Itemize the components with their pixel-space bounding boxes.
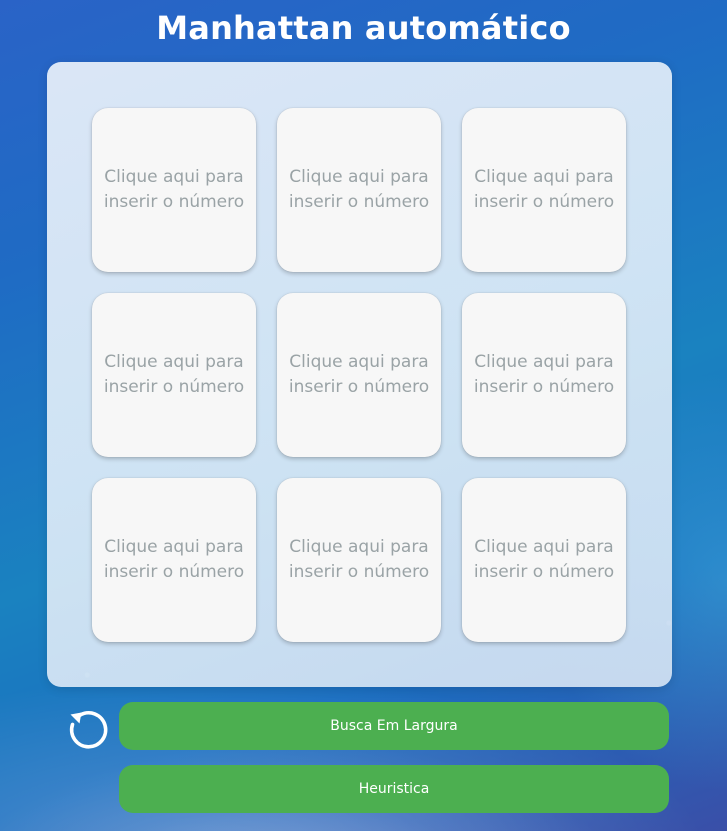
reset-button[interactable] bbox=[66, 706, 110, 750]
cell-placeholder: Clique aqui para inserir o número bbox=[288, 167, 430, 212]
puzzle-cell-6[interactable]: Clique aqui para inserir o número bbox=[462, 293, 626, 457]
puzzle-cell-4[interactable]: Clique aqui para inserir o número bbox=[92, 293, 256, 457]
puzzle-cell-3[interactable]: Clique aqui para inserir o número bbox=[462, 108, 626, 272]
cell-placeholder: Clique aqui para inserir o número bbox=[473, 352, 615, 397]
puzzle-cell-2[interactable]: Clique aqui para inserir o número bbox=[277, 108, 441, 272]
puzzle-cell-9[interactable]: Clique aqui para inserir o número bbox=[462, 478, 626, 642]
cell-placeholder: Clique aqui para inserir o número bbox=[473, 537, 615, 582]
bfs-search-button[interactable]: Busca Em Largura bbox=[119, 702, 669, 750]
puzzle-cell-1[interactable]: Clique aqui para inserir o número bbox=[92, 108, 256, 272]
heuristic-button[interactable]: Heuristica bbox=[119, 765, 669, 813]
cell-placeholder: Clique aqui para inserir o número bbox=[103, 352, 245, 397]
cell-placeholder: Clique aqui para inserir o número bbox=[103, 537, 245, 582]
cell-placeholder: Clique aqui para inserir o número bbox=[473, 167, 615, 212]
puzzle-cell-5[interactable]: Clique aqui para inserir o número bbox=[277, 293, 441, 457]
puzzle-board: Clique aqui para inserir o número Clique… bbox=[47, 62, 672, 687]
puzzle-cell-7[interactable]: Clique aqui para inserir o número bbox=[92, 478, 256, 642]
cell-placeholder: Clique aqui para inserir o número bbox=[288, 537, 430, 582]
reset-icon bbox=[69, 711, 108, 749]
cell-placeholder: Clique aqui para inserir o número bbox=[103, 167, 245, 212]
page-title: Manhattan automático bbox=[156, 9, 571, 47]
cell-placeholder: Clique aqui para inserir o número bbox=[288, 352, 430, 397]
puzzle-cell-8[interactable]: Clique aqui para inserir o número bbox=[277, 478, 441, 642]
puzzle-grid: Clique aqui para inserir o número Clique… bbox=[92, 108, 626, 642]
